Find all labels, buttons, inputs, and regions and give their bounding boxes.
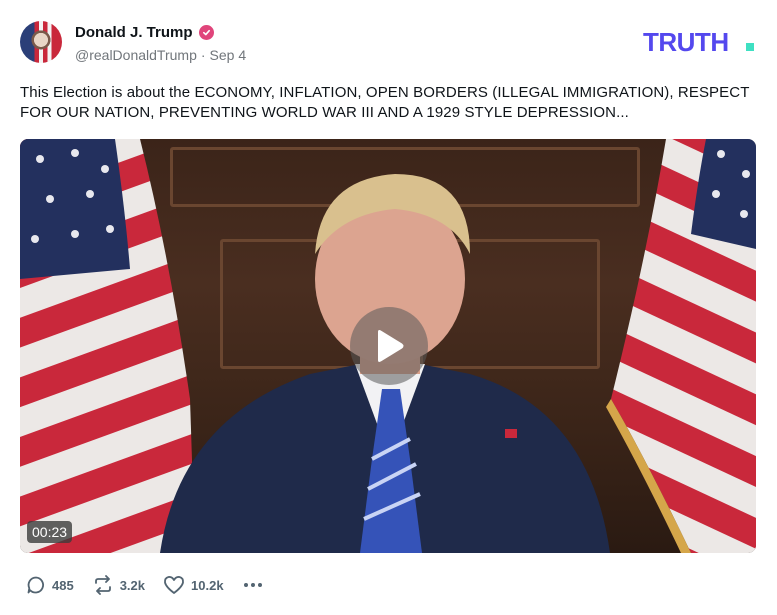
retruth-button[interactable]: 3.2k — [92, 575, 145, 595]
truth-social-logo[interactable]: TRUTH — [643, 28, 757, 56]
more-dot — [257, 583, 262, 587]
svg-text:TRUTH: TRUTH — [643, 28, 729, 56]
reply-button[interactable]: 485 — [26, 575, 74, 595]
more-dots-icon — [243, 583, 248, 587]
avatar[interactable] — [20, 21, 62, 63]
like-count: 10.2k — [191, 577, 224, 593]
post-date[interactable]: Sep 4 — [210, 47, 247, 63]
video-player[interactable]: 00:23 — [20, 139, 756, 553]
heart-icon — [164, 576, 184, 594]
more-options-button[interactable] — [243, 583, 262, 587]
american-flag-right — [606, 139, 756, 553]
author-display-name[interactable]: Donald J. Trump — [75, 24, 193, 41]
verified-badge-icon — [198, 25, 214, 40]
author-meta: @realDonaldTrump · Sep 4 — [75, 47, 246, 63]
like-button[interactable]: 10.2k — [163, 575, 224, 595]
reply-icon — [27, 576, 44, 594]
retruth-count: 3.2k — [119, 577, 146, 593]
author-handle[interactable]: @realDonaldTrump — [75, 47, 197, 63]
post-text: This Election is about the ECONOMY, INFL… — [20, 84, 750, 121]
author-name-row: Donald J. Trump — [75, 24, 214, 41]
more-dot — [250, 583, 255, 587]
play-icon — [378, 330, 404, 362]
video-duration: 00:23 — [27, 521, 73, 543]
meta-separator: · — [200, 47, 206, 63]
truth-post: Donald J. Trump @realDonaldTrump · Sep 4… — [0, 0, 777, 615]
play-button[interactable] — [350, 307, 428, 385]
post-actions: 485 3.2k 10.2k — [26, 575, 262, 595]
reply-count: 485 — [52, 577, 74, 593]
retruth-icon — [94, 575, 111, 595]
